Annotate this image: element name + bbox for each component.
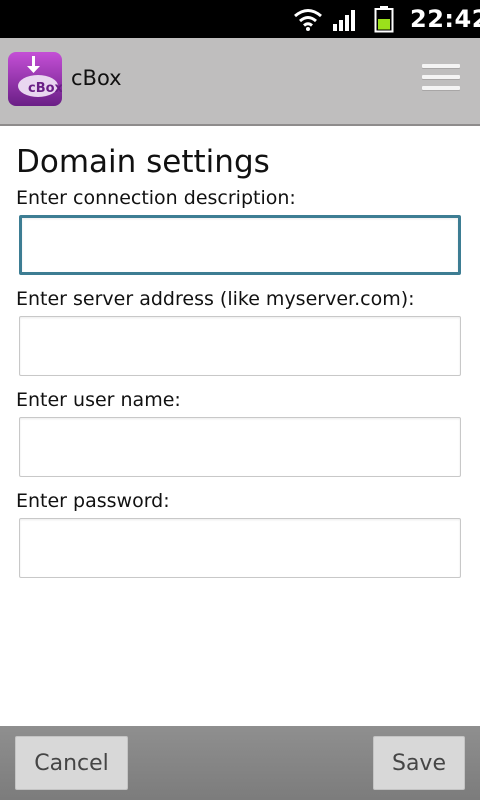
user-name-input[interactable] [19,417,461,477]
menu-icon[interactable] [422,64,460,94]
bottom-button-bar: Cancel Save [0,726,480,800]
password-input[interactable] [19,518,461,578]
app-icon-text: cBox [28,81,62,96]
clock: 22:42 [410,5,480,33]
password-label: Enter password: [16,490,170,512]
save-button[interactable]: Save [373,736,465,790]
cancel-button[interactable]: Cancel [15,736,128,790]
server-address-input[interactable] [19,316,461,376]
action-bar: cBox cBox [0,38,480,126]
signal-icon [333,10,355,31]
connection-description-input[interactable] [19,215,461,275]
wifi-icon [294,9,322,31]
app-title: cBox [71,66,122,90]
server-address-label: Enter server address (like myserver.com)… [16,288,415,310]
user-name-label: Enter user name: [16,389,181,411]
connection-description-label: Enter connection description: [16,187,296,209]
status-bar: 22:42 [0,0,480,38]
app-logo-icon[interactable]: cBox [8,52,62,106]
page-title: Domain settings [16,144,270,180]
battery-icon [374,6,394,33]
